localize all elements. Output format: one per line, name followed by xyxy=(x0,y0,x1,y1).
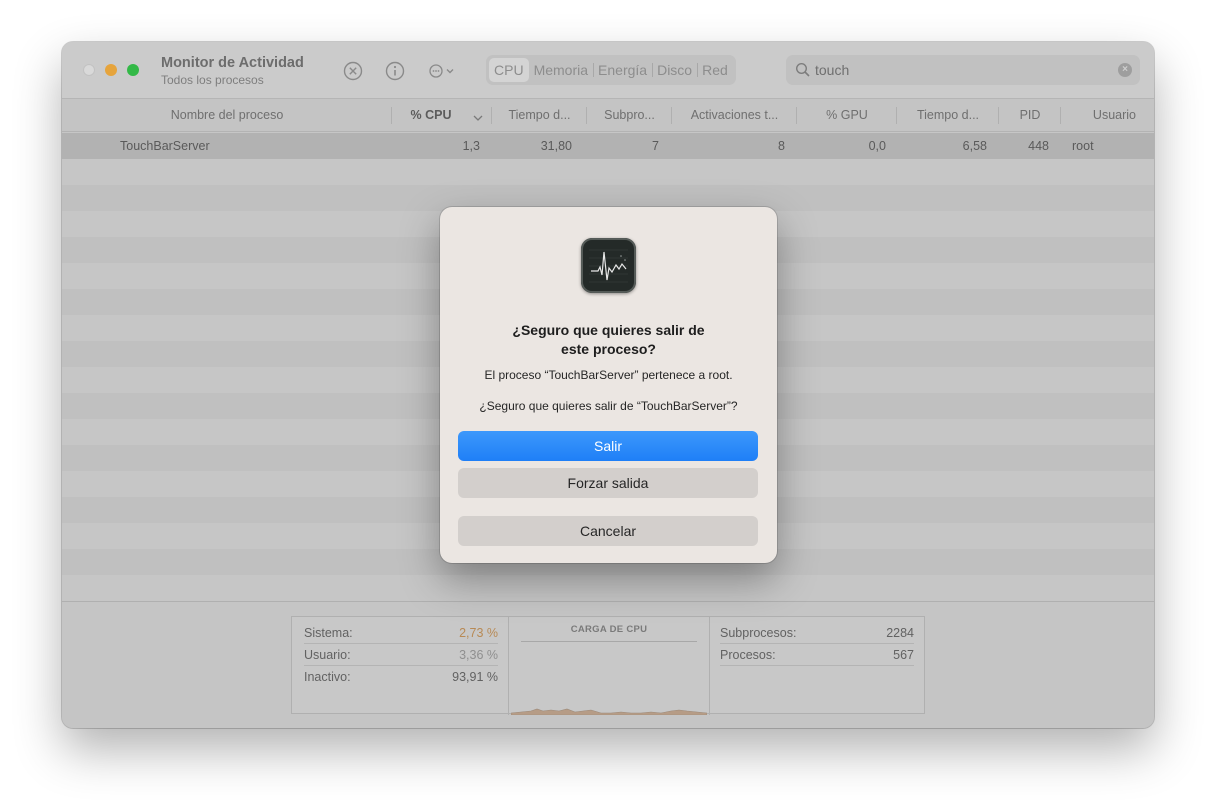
tab-cpu[interactable]: CPU xyxy=(489,58,529,82)
gpu-time-value: 6,58 xyxy=(962,139,987,153)
cpu-load-sparkline xyxy=(511,708,707,715)
minimize-window-button[interactable] xyxy=(105,64,117,76)
user-value: root xyxy=(1072,139,1094,153)
dialog-message-owner: El proceso “TouchBarServer” pertenece a … xyxy=(484,368,733,382)
stat-idle: Inactivo: 93,91 % xyxy=(304,670,498,684)
quit-button[interactable]: Salir xyxy=(458,431,758,461)
sort-descending-icon xyxy=(473,114,483,124)
column-header-cpu-time[interactable]: Tiempo d... xyxy=(492,99,587,132)
search-field[interactable]: touch × xyxy=(786,55,1140,85)
stat-system: Sistema: 2,73 % xyxy=(304,622,498,644)
tab-energia[interactable]: Energía xyxy=(593,58,652,82)
gpu-value: 0,0 xyxy=(868,139,886,153)
column-header-threads[interactable]: Subpro... xyxy=(587,99,672,132)
tab-red[interactable]: Red xyxy=(697,58,733,82)
stop-process-icon[interactable] xyxy=(343,61,363,86)
column-header-pid[interactable]: PID xyxy=(999,99,1061,132)
cpu-value: 1,3 xyxy=(462,139,480,153)
more-options-icon[interactable] xyxy=(428,61,458,86)
dialog-message-confirm: ¿Seguro que quieres salir de “TouchBarSe… xyxy=(479,399,738,413)
wakeups-value: 8 xyxy=(778,139,785,153)
force-quit-button[interactable]: Forzar salida xyxy=(458,468,758,498)
stat-user: Usuario: 3,36 % xyxy=(304,644,498,666)
close-window-button[interactable] xyxy=(83,64,95,76)
table-header: Nombre del proceso % CPU Tiempo d... Sub… xyxy=(62,99,1154,132)
cancel-button[interactable]: Cancelar xyxy=(458,516,758,546)
stat-processes: Procesos: 567 xyxy=(720,644,914,666)
column-header-name[interactable]: Nombre del proceso xyxy=(62,99,392,132)
window-title: Monitor de Actividad xyxy=(161,55,304,71)
activity-monitor-icon xyxy=(581,238,636,293)
stats-box: Sistema: 2,73 % Usuario: 3,36 % Inactivo… xyxy=(291,616,925,715)
column-header-user[interactable]: Usuario xyxy=(1061,99,1146,132)
view-tabs: CPU Memoria Energía Disco Red xyxy=(486,55,736,85)
dialog-title: ¿Seguro que quieres salir de este proces… xyxy=(512,322,705,357)
tab-disco[interactable]: Disco xyxy=(652,58,697,82)
pid-value: 448 xyxy=(1028,139,1049,153)
process-name: TouchBarServer xyxy=(120,139,210,153)
threads-value: 7 xyxy=(652,139,659,153)
maximize-window-button[interactable] xyxy=(127,64,139,76)
search-icon xyxy=(795,62,811,83)
graph-title: CARGA DE CPU xyxy=(570,624,648,635)
column-header-wakeups[interactable]: Activaciones t... xyxy=(672,99,797,132)
cpu-load-graph: CARGA DE CPU xyxy=(508,617,710,715)
column-header-gpu[interactable]: % GPU xyxy=(797,99,897,132)
toolbar: Monitor de Actividad Todos los procesos … xyxy=(62,42,1154,99)
tab-memoria[interactable]: Memoria xyxy=(529,58,593,82)
stat-threads: Subprocesos: 2284 xyxy=(720,622,914,644)
info-icon[interactable] xyxy=(385,61,405,86)
cpu-stats-panel: Sistema: 2,73 % Usuario: 3,36 % Inactivo… xyxy=(62,601,1154,728)
column-header-gpu-time[interactable]: Tiempo d... xyxy=(897,99,999,132)
search-input[interactable]: touch xyxy=(815,62,849,78)
cpu-time-value: 31,80 xyxy=(540,139,572,153)
clear-search-icon[interactable]: × xyxy=(1118,63,1132,77)
window-subtitle: Todos los procesos xyxy=(161,73,264,87)
quit-process-dialog: ¿Seguro que quieres salir de este proces… xyxy=(440,207,777,563)
table-row[interactable]: TouchBarServer 1,3 31,80 7 8 0,0 6,58 44… xyxy=(62,133,1154,159)
